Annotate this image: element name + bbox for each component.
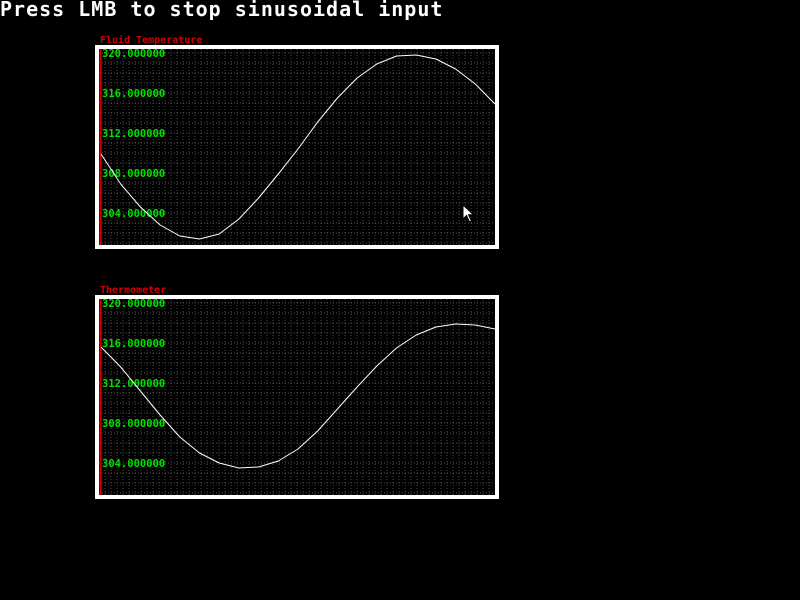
y-tick-label: 312.000000 [102,128,165,140]
y-tick-label: 316.000000 [102,338,165,350]
arrow-pointer-icon [462,204,475,223]
y-tick-label: 308.000000 [102,418,165,430]
y-tick-label: 320.000000 [102,299,165,310]
thermometer-chart: 320.000000 316.000000 312.000000 308.000000… [95,295,499,499]
instruction-text: Press LMB to stop sinusoidal input [0,0,444,21]
y-tick-label: 320.000000 [102,49,165,60]
y-tick-label: 304.000000 [102,208,165,220]
y-tick-label: 312.000000 [102,378,165,390]
fluid-temperature-chart: 320.000000 316.000000 312.000000 308.000000… [95,45,499,249]
y-tick-label: 316.000000 [102,88,165,100]
fluid-temperature-plot: 320.000000316.000000312.000000308.000000… [99,49,495,245]
y-tick-label: 304.000000 [102,458,165,470]
thermometer-plot: 320.000000 316.000000 312.000000 308.000000… [99,299,495,495]
